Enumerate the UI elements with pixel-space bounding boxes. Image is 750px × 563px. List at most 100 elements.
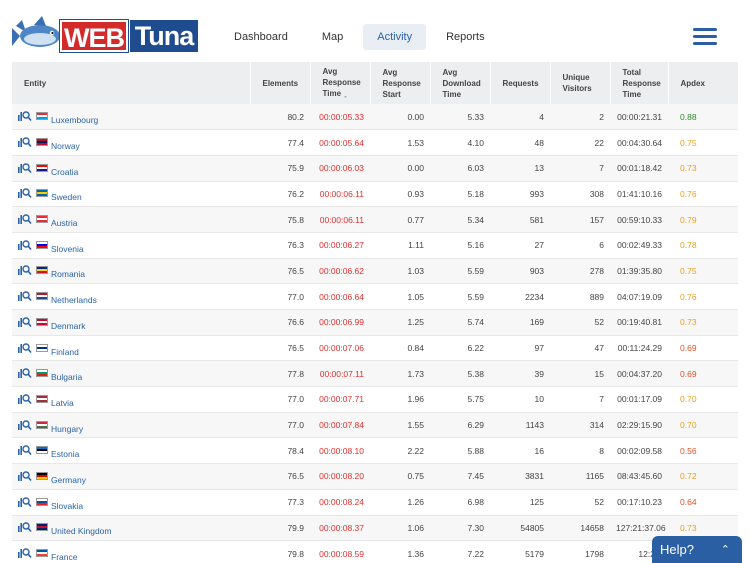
table-row[interactable]: Norway 77.4 00:00:05.64 1.53 4.10 48 22 00:04:3… [12,129,738,156]
entity-cell: Sweden [12,181,250,208]
chart-search-icon[interactable] [18,317,32,327]
chart-search-icon[interactable] [18,445,32,456]
country-flag-icon [36,394,48,403]
entity-link[interactable]: Croatia [51,167,78,177]
chart-search-icon[interactable] [18,111,32,122]
col-elements[interactable]: Elements [250,62,311,104]
chart-search-icon[interactable] [18,496,32,507]
entity-link[interactable]: Finland [51,347,79,357]
avg-download-time-cell: 6.98 [430,489,490,516]
nav-activity[interactable]: Activity [363,24,427,50]
entity-link[interactable]: Romania [51,269,85,279]
col-avg-response-time[interactable]: Avg Response Time ‸ [310,62,371,104]
avg-download-time-cell: 5.38 [430,360,490,388]
unique-visitors-cell: 2 [550,104,610,131]
chart-search-icon[interactable] [18,419,32,430]
col-requests[interactable]: Requests [490,62,551,104]
avg-response-time-cell: 00:00:06.03 [310,155,370,182]
chart-search-icon[interactable] [18,471,32,481]
entity-link[interactable]: Netherlands [51,295,97,305]
col-avg-response-start[interactable]: Avg Response Start [370,62,431,104]
table-row[interactable]: Croatia 75.9 00:00:06.03 0.00 6.03 13 7 00:01:1… [12,155,738,182]
table-row[interactable]: Germany 76.5 00:00:08.20 0.75 7.45 3831 1165 08… [12,463,738,490]
table-row[interactable]: Luxembourg 80.2 00:00:05.33 0.00 5.33 4 2 00:00… [12,104,738,131]
total-response-time-cell: 00:04:37.20 [610,360,668,388]
entity-cell: Norway [12,129,250,156]
entity-link[interactable]: Bulgaria [51,372,82,382]
hamburger-menu-icon[interactable] [693,28,717,45]
unique-visitors-cell: 308 [550,181,610,208]
chart-search-icon[interactable] [18,548,32,559]
apdex-cell: 0.73 [668,155,738,182]
unique-visitors-cell: 22 [550,129,610,156]
country-flag-icon [36,189,48,198]
table-row[interactable]: Romania 76.5 00:00:06.62 1.03 5.59 903 278 01:3… [12,258,738,285]
col-total-response-time[interactable]: Total Response Time [610,62,669,104]
entity-link[interactable]: Austria [51,218,77,228]
col-avg-download-time[interactable]: Avg Download Time [430,62,491,104]
table-row[interactable]: Estonia 78.4 00:00:08.10 2.22 5.88 16 8 00:02:0… [12,437,738,465]
chart-search-icon[interactable] [18,214,32,225]
total-response-time-cell: 00:17:10.23 [610,489,668,516]
elements-cell: 76.5 [250,463,310,490]
entity-link[interactable]: Norway [51,141,80,151]
nav-dashboard[interactable]: Dashboard [220,24,302,50]
unique-visitors-cell: 278 [550,258,610,285]
table-row[interactable]: Hungary 77.0 00:00:07.84 1.55 6.29 1143 314 02:… [12,412,738,439]
help-button[interactable]: Help? ⌃ [652,536,742,563]
table-row[interactable]: Sweden 76.2 00:00:06.11 0.93 5.18 993 308 01:41… [12,181,738,208]
logo-tuna-text: Tuna [130,20,198,52]
chart-search-icon[interactable] [18,240,32,250]
avg-response-time-cell: 00:00:08.24 [310,489,370,516]
entity-link[interactable]: Estonia [51,449,79,459]
col-apdex[interactable]: Apdex [668,62,739,104]
apdex-cell: 0.69 [668,335,738,362]
chart-search-icon[interactable] [18,522,32,533]
table-row[interactable]: United Kingdom 79.9 00:00:08.37 1.06 7.30 548… [12,515,738,542]
entity-link[interactable]: United Kingdom [51,526,111,536]
chart-search-icon[interactable] [18,394,32,404]
webtuna-logo[interactable]: WEB Tuna [12,12,198,58]
entity-cell: Slovakia [12,489,250,516]
chart-search-icon[interactable] [18,265,32,276]
table-row[interactable]: Bulgaria 77.8 00:00:07.11 1.73 5.38 39 15 00:04… [12,360,738,388]
nav-map[interactable]: Map [308,24,357,50]
entity-link[interactable]: Luxembourg [51,115,98,125]
requests-cell: 1143 [490,412,550,439]
col-unique-visitors[interactable]: Unique Visitors [550,62,611,104]
nav-reports[interactable]: Reports [432,24,499,50]
chart-search-icon[interactable] [18,188,32,199]
apdex-cell: 0.76 [668,181,738,208]
unique-visitors-cell: 47 [550,335,610,362]
table-row[interactable]: Denmark 76.6 00:00:06.99 1.25 5.74 169 52 00:19… [12,309,738,336]
avg-download-time-cell: 6.03 [430,155,490,182]
table-row[interactable]: Slovenia 76.3 00:00:06.27 1.11 5.16 27 6 00:02:… [12,232,738,259]
chart-search-icon[interactable] [18,291,32,302]
table-row[interactable]: France 79.8 00:00:08.59 1.36 7.22 5179 1798 12:… [12,540,738,563]
table-row[interactable]: Latvia 77.0 00:00:07.71 1.96 5.75 10 7 00:01:17… [12,386,738,413]
table-row[interactable]: Austria 75.8 00:00:06.11 0.77 5.34 581 157 00:5… [12,206,738,233]
avg-response-time-cell: 00:00:05.64 [310,129,370,156]
entity-cell: Romania [12,258,250,285]
avg-response-start-cell: 0.93 [370,181,430,208]
chart-search-icon[interactable] [18,342,32,353]
chart-search-icon[interactable] [18,137,32,148]
entity-link[interactable]: Slovakia [51,501,83,511]
country-flag-icon [36,420,48,429]
entity-link[interactable]: Hungary [51,424,83,434]
chart-search-icon[interactable] [18,163,32,173]
col-entity[interactable]: Entity [12,62,251,104]
entity-link[interactable]: Germany [51,475,86,485]
avg-download-time-cell: 5.59 [430,258,490,285]
table-row[interactable]: Netherlands 77.0 00:00:06.64 1.05 5.59 2234 88… [12,283,738,310]
entity-cell: Finland [12,335,250,362]
entity-link[interactable]: Sweden [51,192,82,202]
table-row[interactable]: Finland 76.5 00:00:07.06 0.84 6.22 97 47 00:11:… [12,335,738,362]
chart-search-icon[interactable] [18,368,32,379]
requests-cell: 903 [490,258,550,285]
entity-link[interactable]: Slovenia [51,244,84,254]
entity-link[interactable]: France [51,552,77,562]
entity-link[interactable]: Denmark [51,321,85,331]
entity-link[interactable]: Latvia [51,398,74,408]
table-row[interactable]: Slovakia 77.3 00:00:08.24 1.26 6.98 125 52 00:1… [12,489,738,516]
